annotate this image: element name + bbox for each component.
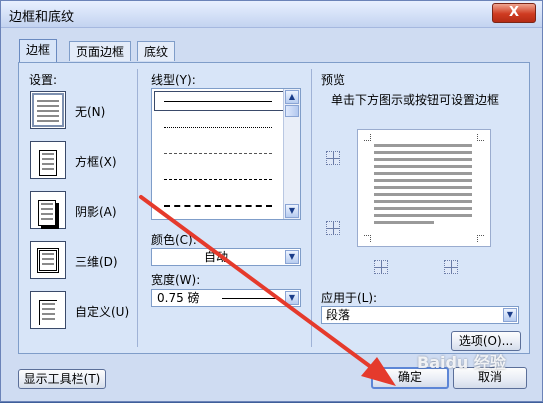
width-dropdown-icon[interactable]: ▼ xyxy=(285,291,299,305)
setting-3d-label[interactable]: 三维(D) xyxy=(75,253,118,270)
preview-divider xyxy=(311,69,312,347)
preview-title: 预览 xyxy=(321,73,346,87)
color-value: 自动 xyxy=(204,250,229,264)
settings-label: 设置: xyxy=(29,73,58,87)
preview-area[interactable] xyxy=(357,129,491,247)
line-style-dash-dot[interactable] xyxy=(164,205,272,207)
watermark: Baidu 经验 xyxy=(417,353,506,372)
scroll-down-icon[interactable]: ▼ xyxy=(285,204,299,218)
left-border-icon[interactable] xyxy=(374,260,388,274)
line-style-dashed-small[interactable] xyxy=(164,153,272,154)
dialog-title: 边框和底纹 xyxy=(9,10,75,25)
tab-borders[interactable]: 边框 xyxy=(19,39,58,63)
line-style-dotted[interactable] xyxy=(164,127,272,128)
settings-divider xyxy=(137,69,138,347)
apply-to-label: 应用于(L): xyxy=(321,291,378,305)
line-style-scrollbar[interactable]: ▲ ▼ xyxy=(283,89,300,219)
setting-none-icon[interactable] xyxy=(30,91,66,129)
setting-custom-label[interactable]: 自定义(U) xyxy=(75,303,129,320)
preview-hint: 单击下方图示或按钮可设置边框 xyxy=(331,93,500,107)
show-toolbar-button[interactable]: 显示工具栏(T) xyxy=(18,369,106,389)
width-select[interactable]: 0.75 磅 ▼ xyxy=(151,289,301,307)
color-select[interactable]: 自动 ▼ xyxy=(151,248,301,266)
scroll-up-icon[interactable]: ▲ xyxy=(285,90,299,104)
apply-to-value: 段落 xyxy=(326,308,351,322)
color-dropdown-icon[interactable]: ▼ xyxy=(285,250,299,264)
options-button[interactable]: 选项(O)... xyxy=(451,331,521,351)
setting-custom-icon[interactable] xyxy=(30,291,66,329)
line-style-label: 线型(Y): xyxy=(151,73,196,87)
right-border-icon[interactable] xyxy=(444,260,458,274)
scroll-thumb[interactable] xyxy=(285,105,299,117)
line-style-dashed[interactable] xyxy=(164,179,272,180)
width-value: 0.75 磅 xyxy=(157,291,200,305)
width-line-sample xyxy=(222,298,280,299)
apply-to-select[interactable]: 段落 ▼ xyxy=(321,306,519,324)
width-label: 宽度(W): xyxy=(151,273,201,287)
setting-box-icon[interactable] xyxy=(30,141,66,179)
setting-3d-icon[interactable] xyxy=(30,241,66,279)
apply-to-dropdown-icon[interactable]: ▼ xyxy=(503,308,517,322)
setting-shadow-icon[interactable] xyxy=(30,191,66,229)
bottom-border-icon[interactable] xyxy=(326,221,340,235)
top-border-icon[interactable] xyxy=(326,151,340,165)
setting-shadow-label[interactable]: 阴影(A) xyxy=(75,203,117,220)
line-style-list[interactable]: ▲ ▼ xyxy=(151,88,301,220)
line-style-solid[interactable] xyxy=(164,101,272,102)
setting-none-label[interactable]: 无(N) xyxy=(75,103,105,120)
borders-shading-dialog: 边框和底纹 X 边框 页面边框 底纹 设置: 无(N) 方框(X) 阴影(A) … xyxy=(0,0,543,402)
tab-shading[interactable]: 底纹 xyxy=(137,41,176,61)
close-button[interactable]: X xyxy=(492,3,536,23)
color-label: 颜色(C): xyxy=(151,233,197,247)
setting-box-label[interactable]: 方框(X) xyxy=(75,153,117,170)
tab-page-border[interactable]: 页面边框 xyxy=(69,41,132,61)
title-bar[interactable]: 边框和底纹 X xyxy=(1,1,542,28)
